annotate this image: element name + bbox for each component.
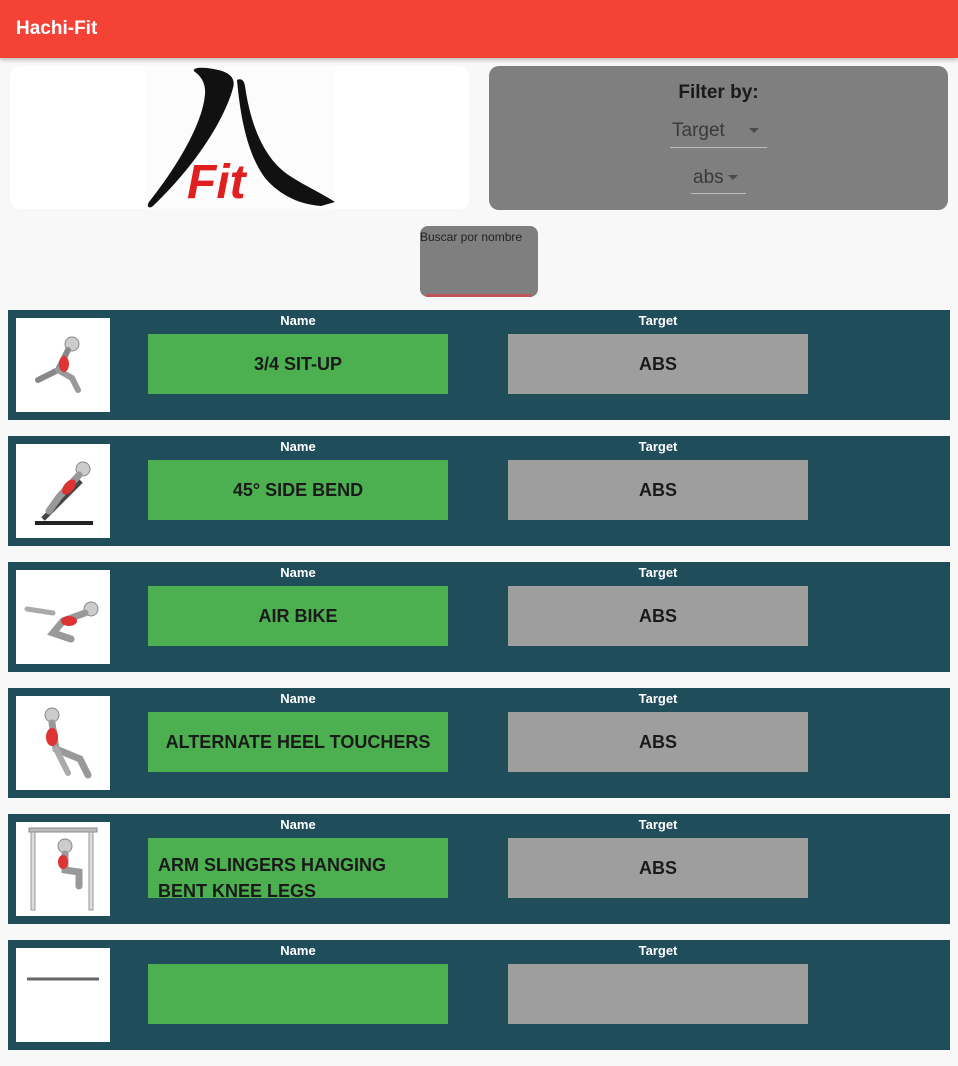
filter-card: Filter by: Target abs	[489, 66, 948, 210]
name-column-label: Name	[280, 817, 316, 832]
search-input[interactable]	[420, 246, 538, 292]
filter-value-value: abs	[693, 166, 724, 188]
exercise-image	[16, 822, 110, 916]
hanging-figure-icon	[28, 827, 98, 911]
hachi-fit-logo: Fit	[144, 66, 335, 209]
exercise-name: ALTERNATE HEEL TOUCHERS	[148, 712, 448, 772]
exercise-image	[16, 570, 110, 664]
app-title: Hachi-Fit	[16, 18, 98, 39]
name-column-label: Name	[280, 439, 316, 454]
exercise-target: ABS	[508, 460, 808, 520]
target-column-label: Target	[638, 817, 678, 832]
exercise-target	[508, 964, 808, 1024]
filter-value-dropdown[interactable]: abs	[691, 162, 746, 194]
exercise-image	[16, 444, 110, 538]
exercise-image	[16, 948, 110, 1042]
chevron-down-icon	[728, 175, 738, 180]
exercise-row[interactable]: Name Target 3/4 SIT-UP ABS	[8, 310, 950, 420]
exercise-name: ARM SLINGERS HANGING BENT KNEE LEGS	[148, 838, 448, 898]
exercise-row[interactable]: Name Target ALTERNATE HEEL TOUCHERS ABS	[8, 688, 950, 798]
exercise-target: ABS	[508, 838, 808, 898]
exercise-name: 3/4 SIT-UP	[148, 334, 448, 394]
exercise-name	[148, 964, 448, 1024]
app-bar: Hachi-Fit	[0, 0, 958, 58]
logo-fit-text: Fit	[187, 156, 248, 209]
filter-field-value: Target	[672, 119, 725, 141]
search-label: Buscar por nombre	[420, 230, 523, 244]
situp-figure-icon	[35, 336, 81, 393]
exercise-figure-icon	[27, 977, 99, 981]
target-column-label: Target	[638, 691, 678, 706]
heel-touchers-figure-icon	[44, 707, 92, 779]
name-column-label: Name	[280, 313, 316, 328]
side-bend-figure-icon	[35, 461, 93, 525]
chevron-down-icon	[749, 128, 759, 133]
exercise-target: ABS	[508, 334, 808, 394]
exercise-name: AIR BIKE	[148, 586, 448, 646]
exercise-row[interactable]: Name Target	[8, 940, 950, 1050]
name-column-label: Name	[280, 943, 316, 958]
logo-card: Fit	[10, 66, 469, 209]
name-column-label: Name	[280, 691, 316, 706]
search-field[interactable]: Buscar por nombre	[420, 226, 538, 297]
exercise-image	[16, 696, 110, 790]
exercise-row[interactable]: Name Target AIR BIKE ABS	[8, 562, 950, 672]
target-column-label: Target	[638, 943, 678, 958]
exercise-name: 45° SIDE BEND	[148, 460, 448, 520]
exercise-target: ABS	[508, 586, 808, 646]
filter-title: Filter by:	[678, 82, 759, 103]
filter-field-dropdown[interactable]: Target	[670, 114, 767, 148]
exercise-row[interactable]: Name Target ARM SLINGERS HANGING BENT KN…	[8, 814, 950, 924]
target-column-label: Target	[638, 313, 678, 328]
exercise-image	[16, 318, 110, 412]
search-underline	[426, 294, 532, 297]
exercise-row[interactable]: Name Target 45° SIDE BEND ABS	[8, 436, 950, 546]
exercise-list: Name Target 3/4 SIT-UP ABS Name Target 4…	[8, 310, 950, 1066]
air-bike-figure-icon	[24, 601, 99, 643]
name-column-label: Name	[280, 565, 316, 580]
target-column-label: Target	[638, 439, 678, 454]
target-column-label: Target	[638, 565, 678, 580]
exercise-target: ABS	[508, 712, 808, 772]
